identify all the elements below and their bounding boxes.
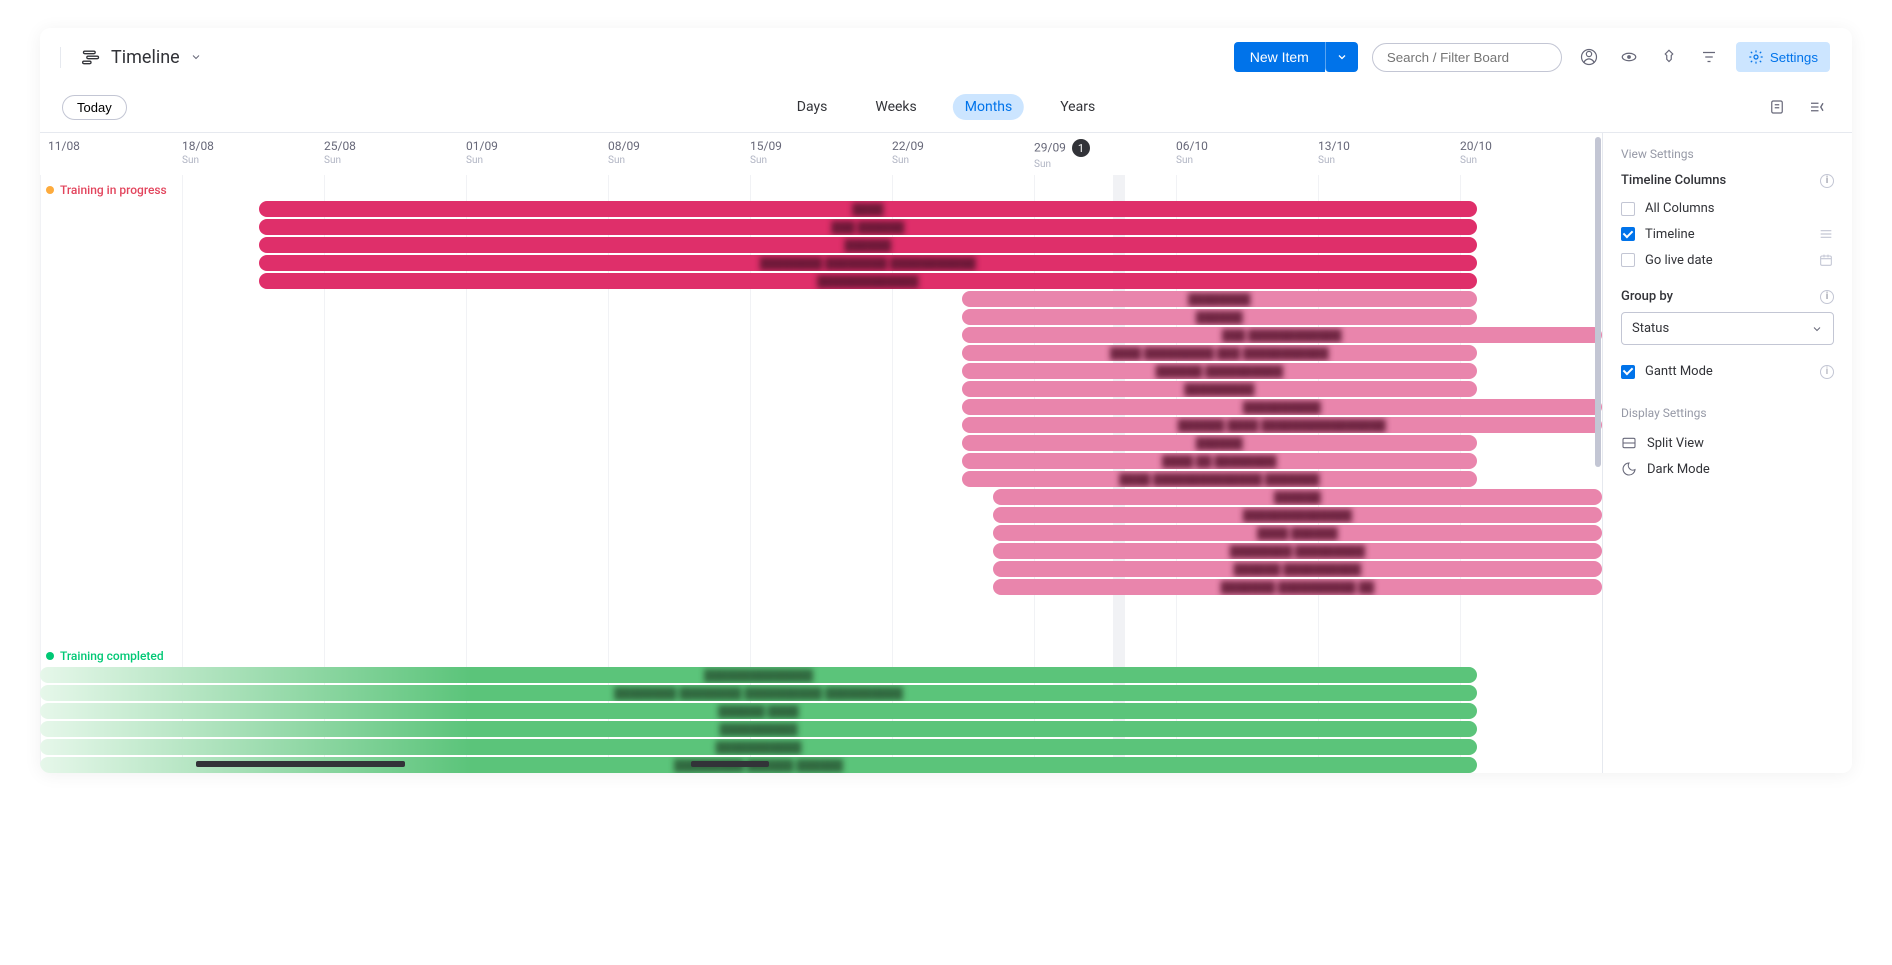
vertical-scrollbar[interactable] (1594, 133, 1602, 773)
timeline-bar[interactable]: █████████ (962, 381, 1477, 397)
date-column: 11/08 (40, 133, 182, 174)
checkbox[interactable] (1621, 202, 1635, 216)
timeline-bar[interactable]: ██████ (259, 237, 1477, 253)
export-icon[interactable] (1764, 94, 1790, 120)
timeline-columns-heading: Timeline Columns (1621, 173, 1726, 188)
eye-icon[interactable] (1616, 44, 1642, 70)
timeline-bar[interactable]: ██████ ████ ████████████████ (962, 417, 1602, 433)
scale-weeks[interactable]: Weeks (863, 94, 928, 120)
today-button[interactable]: Today (62, 95, 127, 120)
timeline-bar[interactable]: ████████ ████████ ██████████ ██████████ (40, 685, 1477, 701)
minimap[interactable] (40, 757, 1342, 767)
group-bullet (46, 186, 54, 194)
group-by-select[interactable]: Status (1621, 312, 1834, 345)
timeline-bar[interactable]: ██████ ████ (40, 703, 1477, 719)
timeline-rows[interactable]: Training in progress Training completed … (40, 175, 1602, 773)
new-item-button[interactable]: New Item (1234, 42, 1325, 72)
timeline-bar[interactable]: ███ ██████ (259, 219, 1477, 235)
date-column: 20/10Sun (1460, 133, 1602, 174)
settings-button[interactable]: Settings (1736, 42, 1830, 72)
calendar-icon (1818, 252, 1834, 268)
gantt-mode-row[interactable]: Gantt Mode i (1621, 359, 1834, 384)
timeline-bar[interactable]: ████ ██ ████████ (962, 453, 1477, 469)
col-timeline-row[interactable]: Timeline (1621, 221, 1834, 247)
timeline-bar[interactable]: █████████████ (259, 273, 1477, 289)
scale-tabs: Days Weeks Months Years (785, 94, 1107, 120)
timeline-bar[interactable]: ██████████ (962, 399, 1602, 415)
view-settings-heading: View Settings (1621, 147, 1834, 161)
col-all-columns-row[interactable]: All Columns (1621, 196, 1834, 221)
settings-label: Settings (1770, 50, 1818, 65)
timeline-bar[interactable]: ██████████████ (40, 667, 1477, 683)
timeline-bar[interactable]: ████ ██████ (993, 525, 1602, 541)
chevron-down-icon (190, 51, 202, 63)
timeline-bar[interactable]: ███████████ (40, 739, 1477, 755)
timeline-bar[interactable]: ████████ (962, 291, 1477, 307)
timeline-bar[interactable]: ████ ██████████████ ███████ (962, 471, 1477, 487)
chevron-down-icon (1811, 323, 1823, 335)
group-label-completed[interactable]: Training completed (46, 649, 164, 663)
date-column: 25/08Sun (324, 133, 466, 174)
dark-mode-row[interactable]: Dark Mode (1621, 456, 1834, 482)
view-settings-panel: View Settings Timeline Columns i All Col… (1602, 133, 1852, 773)
sub-toolbar: Today Days Weeks Months Years (40, 86, 1852, 132)
split-view-row[interactable]: Split View (1621, 430, 1834, 456)
timeline-bar[interactable]: ███ ████████████ (962, 327, 1602, 343)
pin-icon[interactable] (1656, 44, 1682, 70)
search-input[interactable] (1372, 43, 1562, 72)
group-bullet (46, 652, 54, 660)
view-title: Timeline (111, 47, 180, 68)
checkbox[interactable] (1621, 365, 1635, 379)
date-column: 29/091Sun (1034, 133, 1176, 174)
timeline-bar[interactable]: ███████ ██████████ ██ (993, 579, 1602, 595)
timeline-date-header: 11/0818/08Sun25/08Sun01/09Sun08/09Sun15/… (40, 133, 1602, 175)
info-icon[interactable]: i (1820, 365, 1834, 379)
collapse-icon[interactable] (1804, 94, 1830, 120)
group-by-heading: Group by (1621, 289, 1673, 304)
column-type-icon (1818, 226, 1834, 242)
info-icon[interactable]: i (1820, 290, 1834, 304)
checkbox[interactable] (1621, 227, 1635, 241)
date-column: 01/09Sun (466, 133, 608, 174)
info-icon[interactable]: i (1820, 174, 1834, 188)
gear-icon (1748, 49, 1764, 65)
timeline-bar[interactable]: ██████████████ (993, 507, 1602, 523)
date-column: 22/09Sun (892, 133, 1034, 174)
date-column: 08/09Sun (608, 133, 750, 174)
date-column: 18/08Sun (182, 133, 324, 174)
col-golive-row[interactable]: Go live date (1621, 247, 1834, 273)
timeline-bar[interactable]: ████████ ████████ ███████████ (259, 255, 1477, 271)
timeline-bar[interactable]: ██████████ (40, 721, 1477, 737)
display-settings-heading: Display Settings (1621, 406, 1834, 420)
date-column: 13/10Sun (1318, 133, 1460, 174)
checkbox[interactable] (1621, 253, 1635, 267)
timeline-icon (81, 47, 101, 67)
scale-years[interactable]: Years (1048, 94, 1107, 120)
timeline-area: 11/0818/08Sun25/08Sun01/09Sun08/09Sun15/… (40, 132, 1852, 773)
group-label-in-progress[interactable]: Training in progress (46, 183, 167, 197)
view-title-dropdown[interactable]: Timeline (81, 47, 202, 68)
timeline-bar[interactable]: ██████ ██████████ (993, 561, 1602, 577)
timeline-bar[interactable]: ██████ ██████████ (962, 363, 1477, 379)
split-icon (1621, 435, 1637, 451)
timeline-bar[interactable]: ████ █████████ ███ ███████████ (962, 345, 1477, 361)
scale-months[interactable]: Months (953, 94, 1024, 120)
timeline-bar[interactable]: ████ (259, 201, 1477, 217)
moon-icon (1621, 461, 1637, 477)
timeline-bar[interactable]: ██████ (962, 309, 1477, 325)
top-toolbar: Timeline New Item Settings (40, 28, 1852, 86)
timeline-bar[interactable]: ████████ █████████ (993, 543, 1602, 559)
new-item-caret[interactable] (1325, 42, 1358, 72)
scale-days[interactable]: Days (785, 94, 840, 120)
date-column: 06/10Sun (1176, 133, 1318, 174)
timeline-bar[interactable]: ██████ (993, 489, 1602, 505)
filter-icon[interactable] (1696, 44, 1722, 70)
person-icon[interactable] (1576, 44, 1602, 70)
date-column: 15/09Sun (750, 133, 892, 174)
timeline-bar[interactable]: ██████ (962, 435, 1477, 451)
